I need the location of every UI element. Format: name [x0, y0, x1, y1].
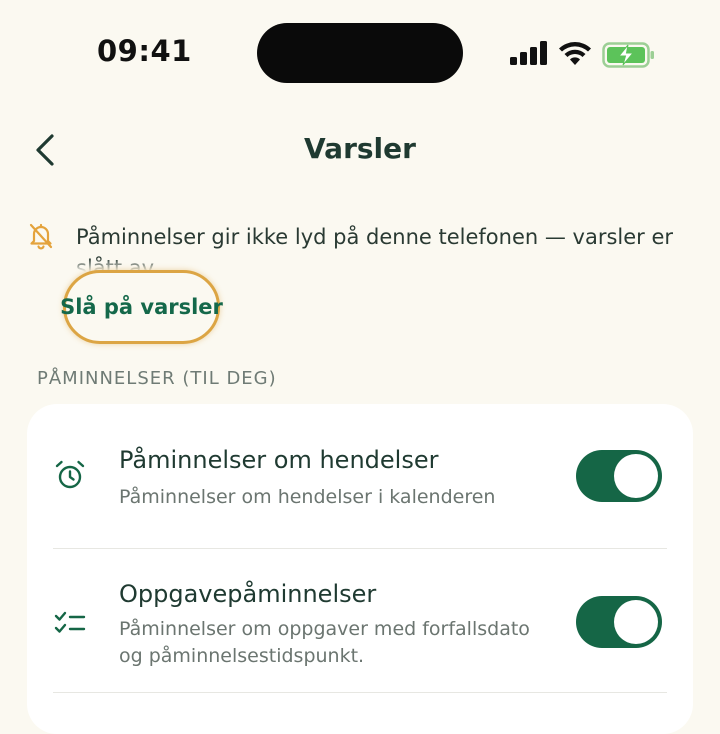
section-header: PÅMINNELSER (TIL DEG)	[37, 368, 277, 389]
event-reminders-toggle[interactable]	[576, 450, 662, 502]
wifi-icon	[559, 42, 591, 65]
settings-row-event-reminders[interactable]: Påminnelser om hendelser Påminnelser om …	[27, 434, 693, 544]
battery-charging-icon	[602, 42, 654, 68]
enable-notifications-button[interactable]: Slå på varsler	[60, 270, 223, 344]
navigation-header: Varsler	[0, 118, 720, 182]
row-title: Påminnelser om hendelser	[119, 446, 439, 474]
divider	[53, 548, 667, 549]
alarm-clock-icon	[55, 460, 85, 489]
task-reminders-toggle[interactable]	[576, 596, 662, 648]
dynamic-island	[257, 23, 463, 83]
status-bar: 09:41	[0, 0, 720, 104]
toggle-knob	[614, 454, 658, 498]
row-title: Oppgavepåminnelser	[119, 580, 377, 608]
notification-warning: Påminnelser gir ikke lyd på denne telefo…	[28, 222, 698, 272]
checklist-icon	[54, 611, 86, 633]
settings-row-task-reminders[interactable]: Oppgavepåminnelser Påminnelser om oppgav…	[27, 576, 693, 686]
divider	[53, 692, 667, 693]
page-title: Varsler	[304, 132, 416, 165]
row-subtitle: Påminnelser om hendelser i kalenderen	[119, 486, 496, 508]
bell-off-icon	[29, 223, 53, 250]
toggle-knob	[614, 600, 658, 644]
reminders-card: Påminnelser om hendelser Påminnelser om …	[27, 404, 693, 734]
status-time: 09:41	[97, 34, 192, 68]
row-subtitle: Påminnelser om oppgaver med forfallsdato…	[119, 618, 530, 667]
cellular-signal-icon	[510, 41, 547, 65]
